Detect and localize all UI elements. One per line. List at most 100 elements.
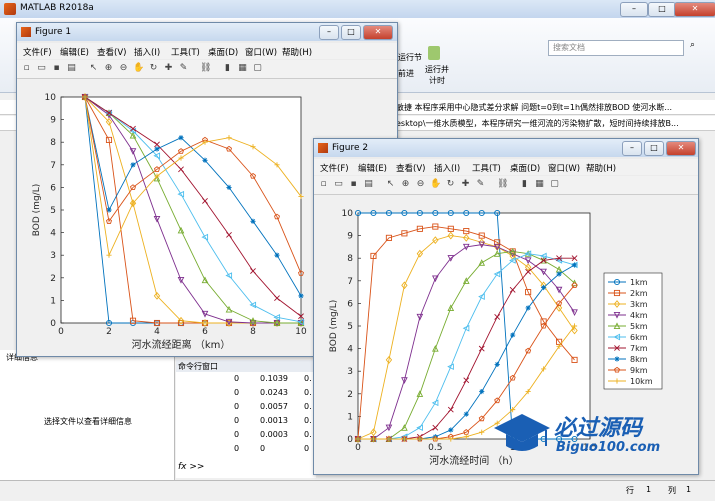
command-window[interactable]: 0 0.1039 0. 0 0.0243 0. 0 0.0057 0. 0 0.0013 0. 0 0.0… — [176, 372, 316, 478]
figure1-maximize-button[interactable]: □ — [341, 25, 361, 40]
x-tick-label: 8 — [250, 327, 256, 337]
menu-item-0[interactable]: 文件(F) — [320, 162, 349, 174]
status-col: 1 — [686, 485, 692, 494]
close-button[interactable]: ✕ — [674, 2, 715, 17]
watermark-cn: 必过源码 — [554, 416, 643, 441]
arrow-icon[interactable]: ↖ — [385, 179, 396, 190]
menu-item-0[interactable]: 文件(F) — [23, 46, 52, 58]
legend-label: 10km — [630, 377, 653, 386]
y-tick-label: 6 — [347, 299, 353, 309]
run-timer-icon[interactable] — [428, 46, 440, 60]
figure2-minimize-button[interactable]: – — [622, 141, 642, 156]
menu-item-3[interactable]: 插入(I) — [134, 46, 160, 58]
command-output-cell: 0. — [304, 430, 312, 439]
legend-label: 1km — [630, 278, 648, 287]
y-tick-label: 5 — [50, 206, 56, 216]
data-cursor-icon[interactable]: ✚ — [163, 63, 174, 74]
menu-item-4[interactable]: 工具(T) — [472, 162, 501, 174]
y-tick-label: 0 — [50, 319, 56, 329]
menu-item-1[interactable]: 编辑(E) — [358, 162, 387, 174]
series-point — [274, 252, 280, 258]
menu-item-7[interactable]: 帮助(H) — [282, 46, 312, 58]
figure1-close-button[interactable]: ✕ — [363, 25, 393, 40]
ribbon-run-section[interactable]: 运行节 — [398, 52, 422, 63]
menu-item-6[interactable]: 窗口(W) — [548, 162, 580, 174]
series-point — [154, 146, 160, 152]
search-input[interactable]: 搜索文档 — [548, 40, 684, 56]
insert-colorbar-icon[interactable]: ▮ — [519, 179, 530, 190]
y-tick-label: 10 — [45, 93, 57, 103]
pan-icon[interactable]: ✋ — [430, 179, 441, 190]
arrow-icon[interactable]: ↖ — [88, 63, 99, 74]
rotate-icon[interactable]: ↻ — [148, 63, 159, 74]
figure2-close-button[interactable]: ✕ — [666, 141, 696, 156]
plot-axes-box — [357, 212, 591, 440]
menu-item-1[interactable]: 编辑(E) — [60, 46, 89, 58]
minimize-button[interactable]: – — [620, 2, 648, 17]
new-file-icon[interactable]: ▫ — [21, 63, 32, 74]
legend-label: 8km — [630, 355, 648, 364]
matlab-title-bar: MATLAB R2018a – □ ✕ — [0, 0, 715, 19]
series-point — [525, 305, 531, 311]
hide-tools-icon[interactable]: ▢ — [549, 179, 560, 190]
open-icon[interactable]: ▭ — [333, 179, 344, 190]
print-icon[interactable]: ▤ — [363, 179, 374, 190]
details-hint: 选择文件以查看详细信息 — [44, 417, 132, 426]
menu-item-6[interactable]: 窗口(W) — [245, 46, 277, 58]
menu-item-7[interactable]: 帮助(H) — [586, 162, 616, 174]
command-output-cell: 0 — [234, 430, 240, 439]
zoom-in-icon[interactable]: ⊕ — [103, 63, 114, 74]
figure2-icon — [318, 143, 328, 153]
link-icon[interactable]: ⛓ — [497, 179, 508, 190]
ribbon-run-time[interactable]: 运行并 计时 — [422, 64, 452, 86]
zoom-out-icon[interactable]: ⊖ — [415, 179, 426, 190]
command-output-cell: 0 — [234, 402, 240, 411]
matlab-title: MATLAB R2018a — [20, 3, 94, 13]
legend-icon[interactable]: ▦ — [534, 179, 545, 190]
command-output-cell: 0.0057 — [260, 402, 288, 411]
ribbon-advance[interactable]: 前进 — [398, 68, 414, 79]
watermark-en: Biguo100.com — [556, 440, 661, 455]
y-tick-label: 2 — [50, 274, 56, 284]
save-icon[interactable]: ▪ — [51, 63, 62, 74]
figure1-icon — [21, 27, 31, 37]
zoom-in-icon[interactable]: ⊕ — [400, 179, 411, 190]
legend-label: 5km — [630, 322, 648, 331]
menu-item-5[interactable]: 桌面(D) — [208, 46, 238, 58]
new-file-icon[interactable]: ▫ — [318, 179, 329, 190]
zoom-out-icon[interactable]: ⊖ — [118, 63, 129, 74]
open-icon[interactable]: ▭ — [36, 63, 47, 74]
link-icon[interactable]: ⛓ — [200, 63, 211, 74]
rotate-icon[interactable]: ↻ — [445, 179, 456, 190]
menu-item-5[interactable]: 桌面(D) — [510, 162, 540, 174]
y-tick-label: 1 — [50, 296, 56, 306]
fx-prompt[interactable]: fx >> — [178, 462, 204, 472]
series-point — [178, 135, 184, 141]
data-cursor-icon[interactable]: ✚ — [460, 179, 471, 190]
x-axis-label: 河水流经距离 （km） — [132, 338, 231, 351]
figure2-menubar: 文件(F) 编辑(E) 查看(V) 插入(I) 工具(T) 桌面(D) 窗口(W) 帮助(H) — [314, 159, 698, 175]
menu-item-3[interactable]: 插入(I) — [434, 162, 460, 174]
menu-item-2[interactable]: 查看(V) — [396, 162, 425, 174]
maximize-button[interactable]: □ — [648, 2, 676, 17]
status-col-label: 列 — [668, 486, 676, 495]
save-icon[interactable]: ▪ — [348, 179, 359, 190]
figure1-title-bar: Figure 1 – □ ✕ — [17, 23, 397, 41]
details-panel: 详细信息 选择文件以查看详细信息 — [0, 350, 175, 480]
menu-item-4[interactable]: 工具(T) — [171, 46, 200, 58]
command-output-cell: 0.0003 — [260, 430, 288, 439]
figure2-maximize-button[interactable]: □ — [644, 141, 664, 156]
figure1-minimize-button[interactable]: – — [319, 25, 339, 40]
pan-icon[interactable]: ✋ — [133, 63, 144, 74]
search-icon[interactable]: ⌕ — [690, 40, 702, 52]
print-icon[interactable]: ▤ — [66, 63, 77, 74]
insert-colorbar-icon[interactable]: ▮ — [222, 63, 233, 74]
legend-icon[interactable]: ▦ — [237, 63, 248, 74]
figure1-toolbar: ▫ ▭ ▪ ▤ ↖ ⊕ ⊖ ✋ ↻ ✚ ✎ ⛓ ▮ ▦ ▢ — [17, 60, 397, 79]
menu-item-2[interactable]: 查看(V) — [97, 46, 126, 58]
brush-icon[interactable]: ✎ — [178, 63, 189, 74]
hide-tools-icon[interactable]: ▢ — [252, 63, 263, 74]
figure1-menubar: 文件(F) 编辑(E) 查看(V) 插入(I) 工具(T) 桌面(D) 窗口(W) 帮助(H) — [17, 43, 397, 59]
brush-icon[interactable]: ✎ — [475, 179, 486, 190]
figure2-title-bar: Figure 2 – □ ✕ — [314, 139, 698, 157]
